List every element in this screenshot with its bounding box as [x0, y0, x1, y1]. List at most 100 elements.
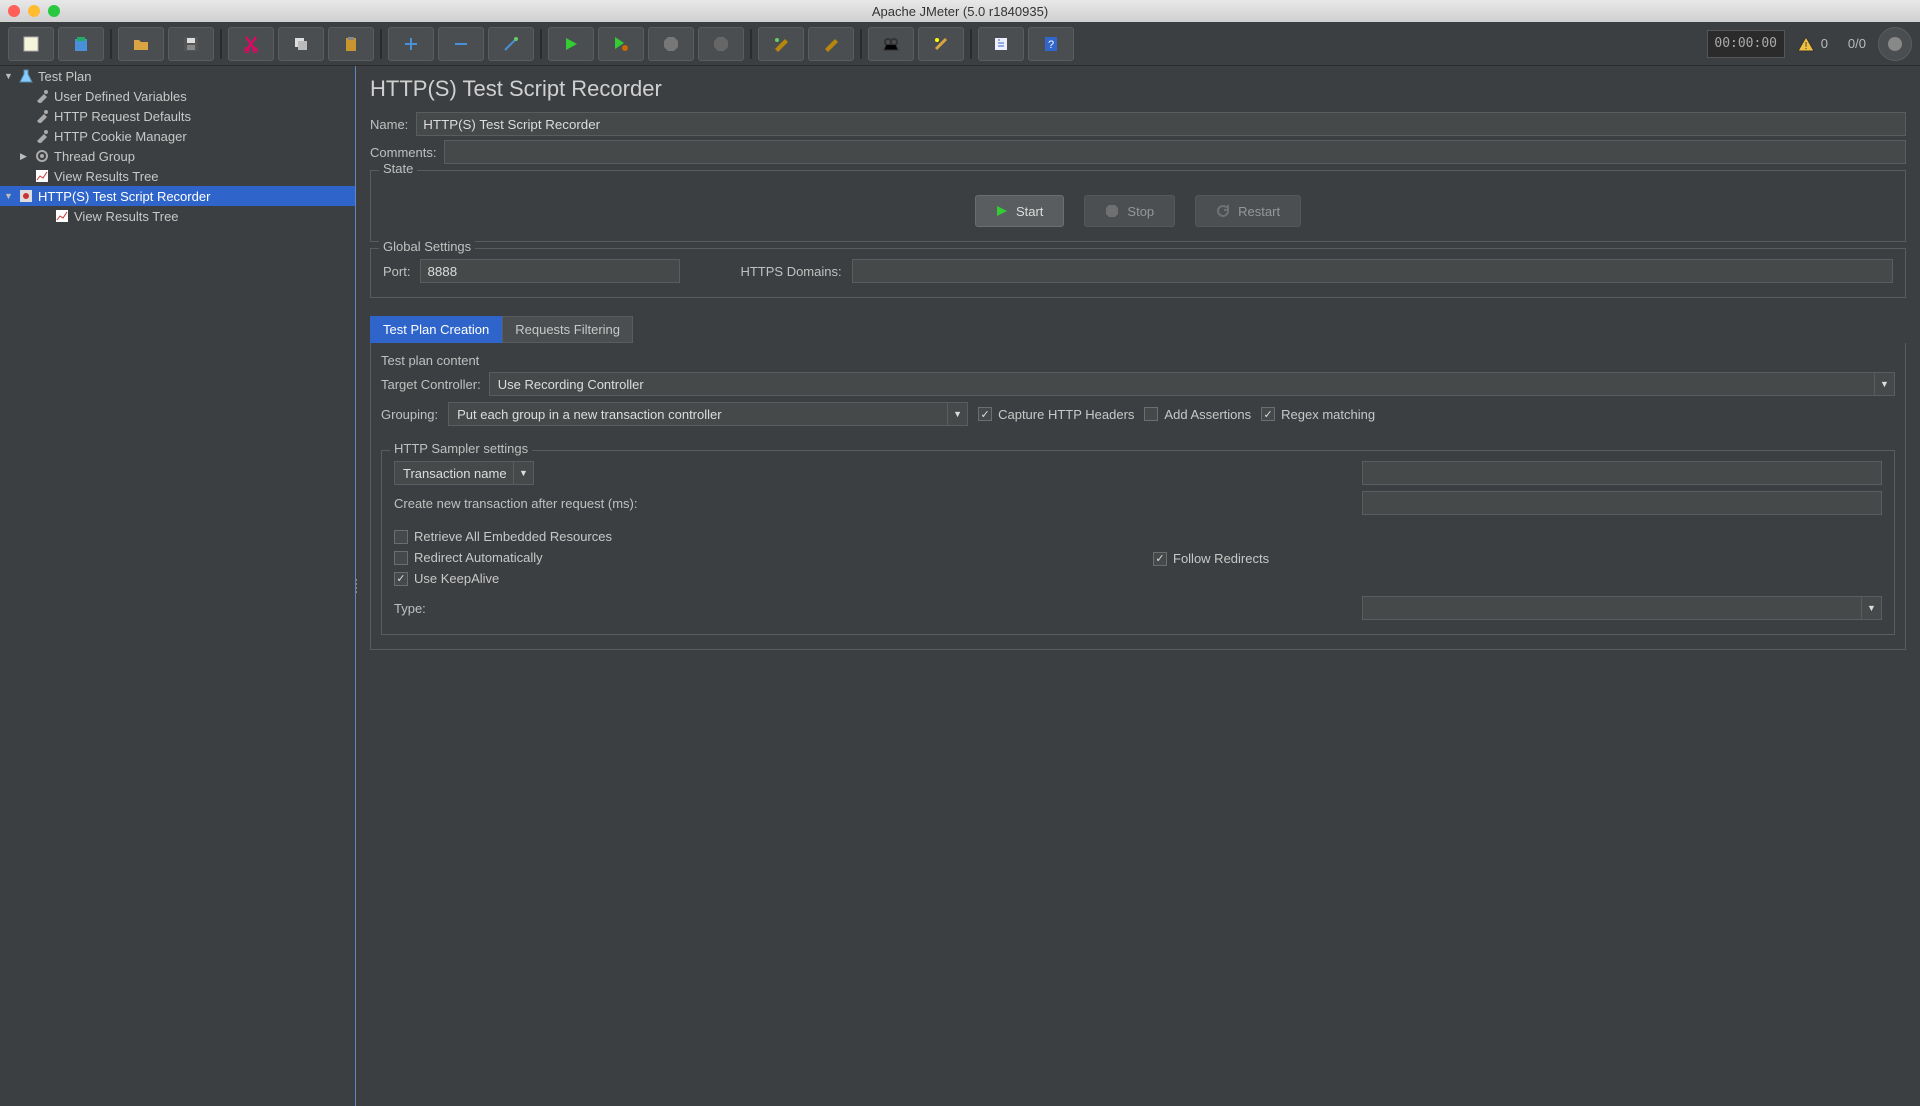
https-domains-input[interactable] [852, 259, 1893, 283]
http-sampler-fieldset: HTTP Sampler settings Transaction name ▼… [381, 450, 1895, 635]
global-settings-legend: Global Settings [379, 239, 475, 254]
port-label: Port: [383, 264, 410, 279]
retrieve-embedded-checkbox[interactable]: Retrieve All Embedded Resources [394, 529, 1123, 544]
paste-button[interactable] [328, 27, 374, 61]
redirect-auto-checkbox[interactable]: Redirect Automatically [394, 550, 1123, 565]
stop-icon [1105, 204, 1119, 218]
grouping-label: Grouping: [381, 407, 438, 422]
test-plan-content-label: Test plan content [381, 353, 1895, 368]
name-input[interactable] [416, 112, 1906, 136]
chevron-down-icon: ▼ [947, 403, 967, 425]
shutdown-button[interactable] [698, 27, 744, 61]
use-keepalive-checkbox[interactable]: ✓Use KeepAlive [394, 571, 1123, 586]
create-new-tx-input[interactable] [1362, 491, 1882, 515]
tree-item-test-plan[interactable]: ▼ Test Plan [0, 66, 355, 86]
tree-item-view-results-tree-2[interactable]: View Results Tree [0, 206, 355, 226]
start-no-pause-button[interactable] [598, 27, 644, 61]
type-select[interactable]: ▼ [1362, 596, 1882, 620]
transaction-name-select[interactable]: Transaction name ▼ [394, 461, 534, 485]
expand-all-button[interactable] [388, 27, 434, 61]
function-helper-button[interactable] [978, 27, 1024, 61]
follow-redirects-checkbox[interactable]: ✓Follow Redirects [1153, 551, 1882, 566]
chevron-down-icon: ▼ [513, 462, 533, 484]
global-settings-fieldset: Global Settings Port: HTTPS Domains: [370, 248, 1906, 298]
copy-button[interactable] [278, 27, 324, 61]
add-assertions-checkbox[interactable]: Add Assertions [1144, 407, 1251, 422]
save-button[interactable] [168, 27, 214, 61]
tree-toggle-icon[interactable]: ▶ [20, 151, 30, 162]
page-title: HTTP(S) Test Script Recorder [370, 76, 1906, 102]
chevron-down-icon: ▼ [1861, 597, 1881, 619]
window-title: Apache JMeter (5.0 r1840935) [872, 4, 1048, 19]
svg-text:?: ? [1048, 39, 1054, 51]
play-icon [996, 205, 1008, 217]
target-controller-label: Target Controller: [381, 377, 481, 392]
tree-toggle-icon[interactable]: ▼ [4, 71, 14, 81]
http-sampler-legend: HTTP Sampler settings [390, 441, 532, 456]
minimize-window-button[interactable] [28, 5, 40, 17]
start-recording-button[interactable]: Start [975, 195, 1064, 227]
target-controller-select[interactable]: Use Recording Controller ▼ [489, 372, 1895, 396]
clear-button[interactable] [758, 27, 804, 61]
elapsed-timer: 00:00:00 [1707, 30, 1785, 58]
type-label: Type: [394, 601, 426, 616]
help-button[interactable]: ? [1028, 27, 1074, 61]
toggle-button[interactable] [488, 27, 534, 61]
tree-item-http-request-defaults[interactable]: HTTP Request Defaults [0, 106, 355, 126]
warning-count: ! 0 [1797, 36, 1828, 52]
create-new-tx-label: Create new transaction after request (ms… [394, 496, 638, 511]
tab-requests-filtering[interactable]: Requests Filtering [502, 316, 633, 343]
tree-item-view-results-tree-1[interactable]: View Results Tree [0, 166, 355, 186]
state-fieldset: State Start Stop Restart [370, 170, 1906, 242]
tree-item-http-cookie-manager[interactable]: HTTP Cookie Manager [0, 126, 355, 146]
comments-input[interactable] [444, 140, 1906, 164]
new-button[interactable] [8, 27, 54, 61]
templates-button[interactable] [58, 27, 104, 61]
chart-icon [34, 168, 50, 184]
recorder-tabs: Test Plan Creation Requests Filtering [370, 316, 1906, 343]
splitter-handle[interactable] [356, 571, 360, 601]
tree-item-thread-group[interactable]: ▶ Thread Group [0, 146, 355, 166]
wrench-icon [34, 88, 50, 104]
tree-toggle-icon[interactable]: ▼ [4, 191, 14, 201]
window-titlebar: Apache JMeter (5.0 r1840935) [0, 0, 1920, 22]
stop-button[interactable] [648, 27, 694, 61]
main-toolbar: ? 00:00:00 ! 0 0/0 [0, 22, 1920, 66]
recorder-icon [18, 188, 34, 204]
reset-search-button[interactable] [918, 27, 964, 61]
tab-test-plan-creation[interactable]: Test Plan Creation [370, 316, 502, 343]
start-button[interactable] [548, 27, 594, 61]
tree-item-user-defined-variables[interactable]: User Defined Variables [0, 86, 355, 106]
thread-count: 0/0 [1848, 36, 1866, 51]
state-legend: State [379, 161, 417, 176]
test-plan-tree[interactable]: ▼ Test Plan User Defined Variables HTTP … [0, 66, 356, 1106]
comments-label: Comments: [370, 145, 436, 160]
flask-icon [18, 68, 34, 84]
cut-button[interactable] [228, 27, 274, 61]
clear-all-button[interactable] [808, 27, 854, 61]
run-status-icon [1878, 27, 1912, 61]
transaction-name-input[interactable] [1362, 461, 1882, 485]
chart-icon [54, 208, 70, 224]
regex-matching-checkbox[interactable]: ✓Regex matching [1261, 407, 1375, 422]
search-button[interactable] [868, 27, 914, 61]
tree-item-recorder[interactable]: ▼ HTTP(S) Test Script Recorder [0, 186, 355, 206]
open-button[interactable] [118, 27, 164, 61]
restart-recording-button[interactable]: Restart [1195, 195, 1301, 227]
svg-text:!: ! [1804, 41, 1807, 52]
stop-recording-button[interactable]: Stop [1084, 195, 1175, 227]
editor-panel: HTTP(S) Test Script Recorder Name: Comme… [356, 66, 1920, 1106]
warning-icon: ! [1797, 36, 1815, 52]
grouping-select[interactable]: Put each group in a new transaction cont… [448, 402, 968, 426]
collapse-all-button[interactable] [438, 27, 484, 61]
wrench-icon [34, 108, 50, 124]
chevron-down-icon: ▼ [1874, 373, 1894, 395]
gear-icon [34, 148, 50, 164]
zoom-window-button[interactable] [48, 5, 60, 17]
name-label: Name: [370, 117, 408, 132]
close-window-button[interactable] [8, 5, 20, 17]
capture-http-headers-checkbox[interactable]: ✓Capture HTTP Headers [978, 407, 1134, 422]
restart-icon [1216, 204, 1230, 218]
port-input[interactable] [420, 259, 680, 283]
https-domains-label: HTTPS Domains: [740, 264, 841, 279]
